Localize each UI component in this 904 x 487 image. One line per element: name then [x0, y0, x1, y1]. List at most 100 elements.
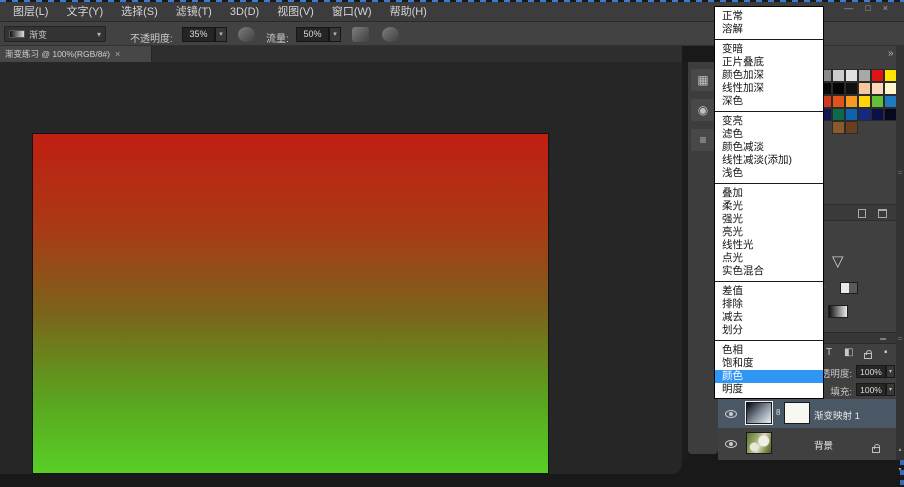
- mask-link-icon[interactable]: 8: [776, 408, 780, 417]
- layers-fill-value[interactable]: 100%: [856, 383, 886, 396]
- blend-mode-item[interactable]: 减去: [715, 311, 823, 324]
- blend-mode-item[interactable]: 差值: [715, 285, 823, 298]
- filter-type-icon[interactable]: T: [826, 347, 832, 358]
- selective-color-adjustment-icon[interactable]: [840, 282, 858, 294]
- swatch[interactable]: [871, 95, 884, 108]
- blend-mode-item[interactable]: 线性光: [715, 239, 823, 252]
- swatch[interactable]: [871, 108, 884, 121]
- swatch[interactable]: [832, 108, 845, 121]
- swatch[interactable]: [845, 95, 858, 108]
- blend-mode-item[interactable]: 划分: [715, 324, 823, 337]
- blend-mode-item[interactable]: 溶解: [715, 23, 823, 36]
- menu-item[interactable]: 选择(S): [112, 2, 167, 22]
- gradient-map-thumbnail[interactable]: [746, 402, 772, 424]
- blend-mode-item[interactable]: 颜色减淡: [715, 141, 823, 154]
- layer-row-gradient-map[interactable]: 8 渐变映射 1: [718, 399, 896, 428]
- blend-mode-item[interactable]: 变亮: [715, 115, 823, 128]
- blend-mode-item[interactable]: 色相: [715, 344, 823, 357]
- filter-attr-icon[interactable]: ▪: [884, 347, 888, 358]
- gradient-map-adjustment-icon[interactable]: [828, 305, 848, 318]
- blend-mode-item[interactable]: 线性加深: [715, 82, 823, 95]
- menu-item[interactable]: 图层(L): [4, 2, 57, 22]
- visibility-eye-icon[interactable]: [725, 410, 737, 418]
- properties-panel-icon[interactable]: ≡: [691, 129, 715, 151]
- swatch[interactable]: [858, 82, 871, 95]
- blend-mode-item[interactable]: 变暗: [715, 43, 823, 56]
- scroll-down-icon[interactable]: ▾: [896, 466, 904, 473]
- blend-mode-item[interactable]: 强光: [715, 213, 823, 226]
- swatch[interactable]: [832, 69, 845, 82]
- blend-mode-item[interactable]: 排除: [715, 298, 823, 311]
- swatch[interactable]: [832, 95, 845, 108]
- visibility-eye-icon[interactable]: [725, 440, 737, 448]
- close-tab-icon[interactable]: ×: [115, 49, 120, 59]
- blend-mode-item[interactable]: 柔光: [715, 200, 823, 213]
- filter-adjustment-icon[interactable]: ◧: [844, 347, 853, 358]
- swatch[interactable]: [858, 108, 871, 121]
- blend-mode-item[interactable]: 饱和度: [715, 357, 823, 370]
- background-thumbnail[interactable]: [746, 432, 772, 454]
- tool-preset-dropdown[interactable]: 渐变 ▾: [4, 26, 106, 42]
- flow-caret-icon[interactable]: ▾: [329, 27, 341, 42]
- collapse-panels-icon[interactable]: »: [888, 48, 894, 59]
- menu-item[interactable]: 视图(V): [268, 2, 323, 22]
- adjustments-panel-icon[interactable]: ◉: [691, 99, 715, 121]
- blend-mode-item[interactable]: 正片叠底: [715, 56, 823, 69]
- swatch[interactable]: [871, 82, 884, 95]
- menu-item[interactable]: 滤镜(T): [167, 2, 221, 22]
- swatch[interactable]: [845, 108, 858, 121]
- tablet-pressure-opacity-icon[interactable]: [238, 27, 255, 42]
- blend-mode-item[interactable]: 浅色: [715, 167, 823, 180]
- new-swatch-icon[interactable]: [858, 209, 866, 218]
- scroll-grip[interactable]: ＝: [896, 168, 904, 177]
- layer-name[interactable]: 渐变映射 1: [814, 408, 860, 422]
- swatch[interactable]: [832, 82, 845, 95]
- blend-mode-item[interactable]: 明度: [715, 383, 823, 396]
- layer-name[interactable]: 背景: [814, 438, 833, 452]
- menu-item[interactable]: 文字(Y): [57, 2, 112, 22]
- swatch[interactable]: [845, 121, 858, 134]
- layers-opacity-value[interactable]: 100%: [856, 365, 886, 378]
- blend-mode-item[interactable]: 叠加: [715, 187, 823, 200]
- swatch[interactable]: [858, 69, 871, 82]
- curves-adjustment-icon[interactable]: ▽: [832, 252, 844, 270]
- document-tab-bar: 渐变练习 @ 100%(RGB/8#) ×: [0, 46, 682, 62]
- blend-mode-item[interactable]: 亮光: [715, 226, 823, 239]
- swatch[interactable]: [871, 69, 884, 82]
- layer-mask-thumbnail[interactable]: [784, 402, 810, 424]
- layer-row-background[interactable]: 背景: [718, 429, 896, 458]
- delete-swatch-icon[interactable]: [878, 209, 887, 218]
- tablet-pressure-size-icon[interactable]: [382, 27, 399, 42]
- blend-mode-item[interactable]: 正常: [715, 10, 823, 23]
- document-tab[interactable]: 渐变练习 @ 100%(RGB/8#) ×: [0, 46, 152, 62]
- scroll-up-icon[interactable]: ▴: [896, 446, 904, 453]
- opacity-caret-icon[interactable]: ▾: [215, 27, 227, 42]
- close-icon[interactable]: ×: [883, 2, 888, 14]
- scroll-grip[interactable]: ＝: [896, 334, 904, 343]
- flow-input[interactable]: 50%: [296, 27, 329, 42]
- menu-item[interactable]: 3D(D): [221, 2, 268, 22]
- menu-item[interactable]: 帮助(H): [381, 2, 436, 22]
- canvas-gradient-image[interactable]: [33, 134, 548, 473]
- blend-mode-item[interactable]: 颜色加深: [715, 69, 823, 82]
- layers-fill-caret-icon[interactable]: ▾: [886, 383, 895, 396]
- swatch[interactable]: [845, 69, 858, 82]
- restore-icon[interactable]: □: [865, 2, 870, 14]
- swatch[interactable]: [845, 82, 858, 95]
- histogram-panel-icon[interactable]: ▦: [691, 69, 715, 91]
- airbrush-icon[interactable]: [352, 27, 369, 42]
- swatch[interactable]: [858, 95, 871, 108]
- swatch[interactable]: [832, 121, 845, 134]
- blend-mode-item[interactable]: 深色: [715, 95, 823, 108]
- blend-mode-item[interactable]: 颜色: [715, 370, 823, 383]
- panel-scrollbar[interactable]: ＝ ＝ ▴ ▾: [896, 46, 904, 460]
- opacity-input[interactable]: 35%: [182, 27, 215, 42]
- filter-lock-icon[interactable]: [864, 351, 872, 362]
- layers-opacity-caret-icon[interactable]: ▾: [886, 365, 895, 378]
- blend-mode-item[interactable]: 点光: [715, 252, 823, 265]
- blend-mode-item[interactable]: 滤色: [715, 128, 823, 141]
- blend-mode-item[interactable]: 线性减淡(添加): [715, 154, 823, 167]
- minimize-icon[interactable]: —: [844, 2, 853, 14]
- blend-mode-item[interactable]: 实色混合: [715, 265, 823, 278]
- menu-item[interactable]: 窗口(W): [323, 2, 381, 22]
